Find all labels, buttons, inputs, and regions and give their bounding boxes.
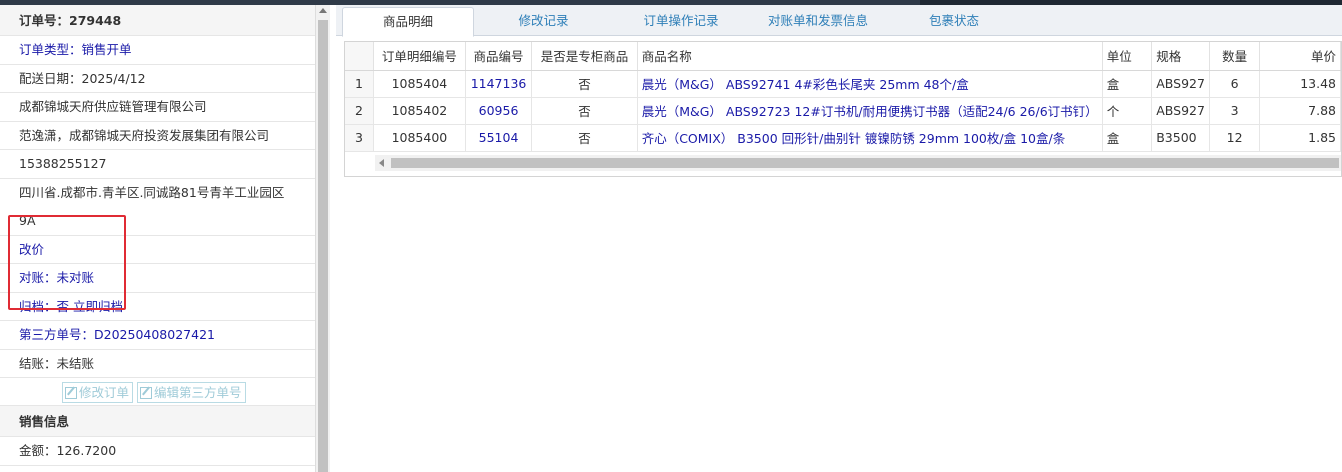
sales-info-section-title: 销售信息 <box>0 406 315 437</box>
tab-product-details[interactable]: 商品明细 <box>342 7 474 37</box>
table-row[interactable]: 1 1085404 1147136 否 晨光（M&G） ABS92741 4#彩… <box>345 70 1341 98</box>
spec-cell: B3500 <box>1151 124 1210 152</box>
scrollbar-thumb[interactable] <box>391 158 1339 168</box>
edit-third-party-label: 编辑第三方单号 <box>154 385 242 400</box>
unit-cell: 盒 <box>1102 124 1153 152</box>
unit-cell: 个 <box>1102 97 1153 125</box>
row-index: 3 <box>345 124 375 152</box>
col-header-unit-price[interactable]: 单价 <box>1259 42 1341 71</box>
grid-horizontal-scrollbar[interactable] <box>375 155 1341 171</box>
table-row[interactable]: 3 1085400 55104 否 齐心（COMIX） B3500 回形针/曲别… <box>345 124 1341 152</box>
order-number-header: 订单号：279448 <box>0 5 315 36</box>
order-detail-area: 商品明细 修改记录 订单操作记录 对账单和发票信息 包裹状态 订单明细编号 商品… <box>336 5 1342 472</box>
order-type-value: 销售开单 <box>81 42 132 57</box>
unit-price-cell: 7.88 <box>1259 97 1341 125</box>
address-line1: 四川省.成都市.青羊区.同诚路81号青羊工业园区 <box>19 184 285 200</box>
table-header-row: 订单明细编号 商品编号 是否是专柜商品 商品名称 单位 规格 数量 单价 <box>345 42 1341 71</box>
settlement-status: 结账：未结账 <box>0 350 315 378</box>
detail-tabs: 商品明细 修改记录 订单操作记录 对账单和发票信息 包裹状态 <box>336 5 1342 37</box>
scroll-up-icon[interactable] <box>319 8 327 13</box>
product-name-link[interactable]: 晨光（M&G） ABS92741 4#彩色长尾夹 25mm 48个/盒 <box>637 70 1103 98</box>
counter-product-cell: 否 <box>531 124 638 152</box>
unit-price-cell: 13.48 <box>1259 70 1341 98</box>
phone-number: 15388255127 <box>0 150 315 179</box>
tab-statement-invoice[interactable]: 对账单和发票信息 <box>756 7 880 36</box>
order-actions: 修改订单 编辑第三方单号 <box>0 378 315 406</box>
highlight-annotation <box>8 215 126 310</box>
col-header-detail-id[interactable]: 订单明细编号 <box>373 42 466 71</box>
product-name-link[interactable]: 晨光（M&G） ABS92723 12#订书机/耐用便携订书器（适配24/6 2… <box>637 97 1103 125</box>
counter-product-cell: 否 <box>531 97 638 125</box>
quantity-cell: 3 <box>1209 97 1261 125</box>
product-table: 订单明细编号 商品编号 是否是专柜商品 商品名称 单位 规格 数量 单价 1 1… <box>345 42 1341 152</box>
spec-cell: ABS927 <box>1151 70 1210 98</box>
detail-id-cell: 1085402 <box>373 97 466 125</box>
spec-cell: ABS927 <box>1151 97 1210 125</box>
counter-product-cell: 否 <box>531 70 638 98</box>
col-header-unit[interactable]: 单位 <box>1102 42 1153 71</box>
edit-icon <box>140 387 153 399</box>
unit-price-cell: 1.85 <box>1259 124 1341 152</box>
quantity-cell: 12 <box>1209 124 1261 152</box>
third-party-label: 第三方单号： <box>19 327 95 342</box>
edit-third-party-button[interactable]: 编辑第三方单号 <box>137 382 246 403</box>
row-index: 1 <box>345 70 375 98</box>
edit-order-label: 修改订单 <box>79 385 130 400</box>
quantity-cell: 6 <box>1209 70 1261 98</box>
unit-cell: 盒 <box>1102 70 1153 98</box>
third-party-row: 第三方单号：D20250408027421 <box>0 321 315 350</box>
company-name: 成都锦城天府供应链管理有限公司 <box>0 93 315 122</box>
edit-icon <box>65 387 77 399</box>
third-party-number: D20250408027421 <box>94 327 215 342</box>
detail-id-cell: 1085404 <box>373 70 466 98</box>
col-header-counter-product[interactable]: 是否是专柜商品 <box>531 42 638 71</box>
product-grid: 订单明细编号 商品编号 是否是专柜商品 商品名称 单位 规格 数量 单价 1 1… <box>344 41 1342 177</box>
scrollbar-thumb[interactable] <box>318 20 328 472</box>
delivery-date: 配送日期：2025/4/12 <box>0 65 315 93</box>
contact-name: 范逸潇，成都锦城天府投资发展集团有限公司 <box>0 122 315 150</box>
detail-id-cell: 1085400 <box>373 124 466 152</box>
product-code-link[interactable]: 1147136 <box>465 70 533 98</box>
tab-modification-log[interactable]: 修改记录 <box>481 7 606 36</box>
scroll-left-icon[interactable] <box>379 159 384 167</box>
table-row[interactable]: 2 1085402 60956 否 晨光（M&G） ABS92723 12#订书… <box>345 97 1341 125</box>
col-header-index <box>345 42 375 71</box>
order-type-row: 订单类型：销售开单 <box>0 36 315 65</box>
col-header-quantity[interactable]: 数量 <box>1209 42 1261 71</box>
left-panel-scrollbar[interactable] <box>316 5 330 472</box>
order-amount: 金额：126.7200 <box>0 437 315 466</box>
product-code-link[interactable]: 55104 <box>465 124 533 152</box>
row-index: 2 <box>345 97 375 125</box>
col-header-product-name[interactable]: 商品名称 <box>637 42 1103 71</box>
col-header-spec[interactable]: 规格 <box>1151 42 1210 71</box>
order-type-label: 订单类型： <box>19 42 82 57</box>
edit-order-button[interactable]: 修改订单 <box>62 382 134 403</box>
col-header-product-code[interactable]: 商品编号 <box>465 42 533 71</box>
product-name-link[interactable]: 齐心（COMIX） B3500 回形针/曲别针 镀镍防锈 29mm 100枚/盒… <box>637 124 1103 152</box>
product-code-link[interactable]: 60956 <box>465 97 533 125</box>
tab-operation-log[interactable]: 订单操作记录 <box>616 7 746 36</box>
tab-package-status[interactable]: 包裹状态 <box>888 7 1020 36</box>
